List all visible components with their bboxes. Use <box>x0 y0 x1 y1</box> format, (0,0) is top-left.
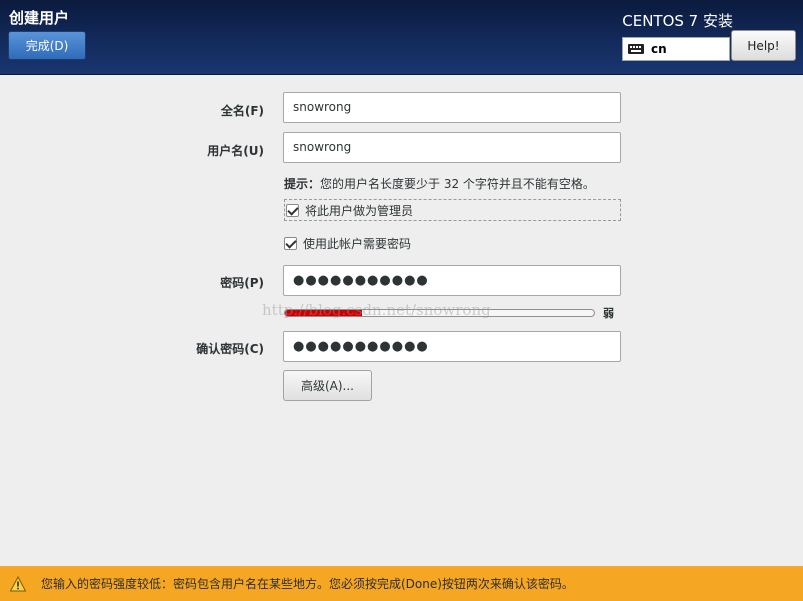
keyboard-icon <box>628 44 644 54</box>
header-bar: 创建用户 完成(D) CENTOS 7 安装 cn Help! <box>0 0 803 75</box>
keyboard-layout-label: cn <box>651 42 667 56</box>
product-title: CENTOS 7 安装 <box>622 12 733 30</box>
help-button[interactable]: Help! <box>731 30 796 61</box>
password-strength-fill <box>285 310 363 316</box>
hint-text: 您的用户名长度要少于 32 个字符并且不能有空格。 <box>320 177 595 191</box>
password-label: 密码(P) <box>220 276 264 290</box>
password-strength-label: 弱 <box>603 307 614 320</box>
fullname-input[interactable]: snowrong <box>283 92 621 123</box>
done-button[interactable]: 完成(D) <box>8 31 86 60</box>
confirm-password-label: 确认密码(C) <box>196 342 264 356</box>
require-password-checkbox-row[interactable]: 使用此帐户需要密码 <box>284 232 411 254</box>
warning-text: 您输入的密码强度较低：密码包含用户名在某些地方。您必须按完成(Done)按钮两次… <box>41 577 574 591</box>
admin-checkbox[interactable] <box>286 203 299 217</box>
username-hint: 提示：您的用户名长度要少于 32 个字符并且不能有空格。 <box>284 175 595 192</box>
warning-bar: 您输入的密码强度较低：密码包含用户名在某些地方。您必须按完成(Done)按钮两次… <box>0 566 803 601</box>
warning-icon <box>10 575 26 591</box>
admin-checkbox-label[interactable]: 将此用户做为管理员 <box>305 202 413 219</box>
username-input[interactable]: snowrong <box>283 132 621 163</box>
username-label: 用户名(U) <box>207 144 264 158</box>
keyboard-layout-indicator[interactable]: cn <box>622 37 730 61</box>
require-password-checkbox[interactable] <box>284 236 297 250</box>
password-strength-bar <box>284 309 595 317</box>
password-input[interactable]: ●●●●●●●●●●● <box>283 265 621 296</box>
admin-checkbox-row[interactable]: 将此用户做为管理员 <box>284 199 621 221</box>
confirm-password-input[interactable]: ●●●●●●●●●●● <box>283 331 621 362</box>
fullname-label: 全名(F) <box>220 104 264 118</box>
require-password-label[interactable]: 使用此帐户需要密码 <box>303 235 411 252</box>
advanced-button[interactable]: 高级(A)... <box>283 370 372 401</box>
hint-prefix: 提示： <box>284 177 321 191</box>
page-title: 创建用户 <box>9 9 70 27</box>
